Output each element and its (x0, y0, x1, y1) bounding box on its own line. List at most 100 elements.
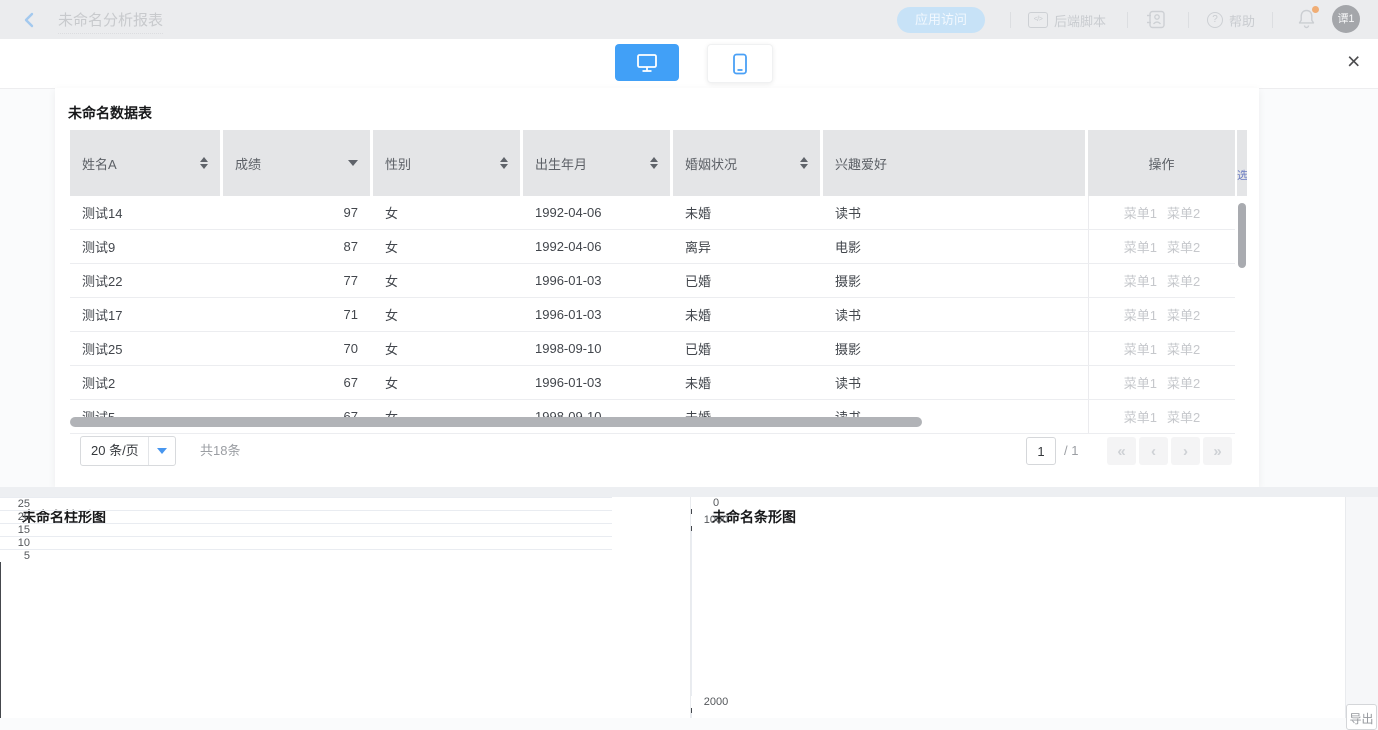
row-action-link[interactable]: 菜单1 (1124, 305, 1157, 324)
vertical-scrollbar[interactable] (1238, 196, 1246, 427)
vertical-scrollbar-thumb[interactable] (1238, 203, 1246, 268)
cell-birth: 1998-09-10 (523, 332, 670, 365)
back-chevron-icon[interactable] (22, 12, 36, 28)
row-action-link[interactable]: 菜单1 (1124, 339, 1157, 358)
backend-script-button[interactable]: </> 后端脚本 (1028, 8, 1106, 32)
x-axis-tick-label: 2000 (691, 696, 741, 708)
column-header-5[interactable]: 婚姻状况 (673, 130, 820, 196)
sort-icon[interactable] (650, 157, 658, 169)
column-header-label: 出生年月 (535, 154, 587, 173)
sort-desc-active-icon[interactable] (348, 160, 358, 166)
screen: 未命名分析报表 应用访问 </> 后端脚本 ? 帮助 谭1 (0, 0, 1378, 718)
table-title: 未命名数据表 (68, 103, 152, 123)
sort-icon[interactable] (500, 157, 508, 169)
sort-desc-icon (800, 164, 808, 169)
table-row: 测试1497女1992-04-06未婚读书菜单1菜单2 (70, 196, 1235, 230)
backend-script-label: 后端脚本 (1054, 11, 1106, 30)
cell-hobby: 摄影 (823, 332, 1085, 365)
column-chart-plot: 2520151052115 (0, 497, 690, 718)
cell-actions: 菜单1 菜单2 (1088, 196, 1235, 229)
close-icon[interactable]: × (1347, 50, 1360, 73)
prev-page-button[interactable]: ‹ (1139, 437, 1168, 465)
page-size-select[interactable]: 20 条/页 (80, 436, 176, 466)
cell-marital: 未婚 (673, 196, 820, 229)
y-axis-tick-label: 25 (0, 498, 30, 510)
row-action-link[interactable]: 菜单1 (1124, 203, 1157, 222)
column-header-1[interactable]: 姓名A (70, 130, 220, 196)
export-button[interactable]: 导出 (1346, 704, 1377, 730)
clipped-header-fragment: 选 (1237, 167, 1247, 183)
cell-actions: 菜单1 菜单2 (1088, 264, 1235, 297)
members-icon[interactable] (1146, 10, 1166, 29)
cell-name: 测试17 (70, 298, 220, 331)
cell-marital: 已婚 (673, 264, 820, 297)
avatar[interactable]: 谭1 (1332, 5, 1360, 33)
notification-dot (1312, 6, 1319, 13)
row-action-link[interactable]: 菜单2 (1167, 305, 1200, 324)
cell-hobby: 读书 (823, 366, 1085, 399)
gridline (0, 510, 612, 511)
last-page-button[interactable]: » (1203, 437, 1232, 465)
notification-bell[interactable] (1297, 8, 1317, 30)
row-action-link[interactable]: 菜单1 (1124, 271, 1157, 290)
first-page-icon: « (1117, 443, 1125, 460)
desktop-view-toggle[interactable] (615, 44, 679, 81)
row-action-link[interactable]: 菜单1 (1124, 373, 1157, 392)
column-header-4[interactable]: 出生年月 (523, 130, 670, 196)
cell-actions: 菜单1 菜单2 (1088, 366, 1235, 399)
cell-gender: 女 (373, 298, 520, 331)
row-action-link[interactable]: 菜单2 (1167, 203, 1200, 222)
cell-name: 测试2 (70, 366, 220, 399)
row-action-link[interactable]: 菜单2 (1167, 339, 1200, 358)
cell-actions: 菜单1 菜单2 (1088, 332, 1235, 365)
row-action-link[interactable]: 菜单2 (1167, 271, 1200, 290)
smartphone-icon (732, 53, 748, 75)
help-button[interactable]: ? 帮助 (1207, 8, 1255, 32)
column-header-7[interactable]: 操作 (1088, 130, 1235, 196)
divider (1272, 12, 1273, 28)
cell-marital: 已婚 (673, 332, 820, 365)
row-action-link[interactable]: 菜单1 (1124, 237, 1157, 256)
cell-birth: 1992-04-06 (523, 230, 670, 263)
cell-name: 测试14 (70, 196, 220, 229)
column-header-2[interactable]: 成绩 (223, 130, 370, 196)
gridline (0, 549, 612, 550)
table-row: 测试267女1996-01-03未婚读书菜单1菜单2 (70, 366, 1235, 400)
table-row: 测试2570女1998-09-10已婚摄影菜单1菜单2 (70, 332, 1235, 366)
y-axis-tick-label: 10 (0, 537, 30, 549)
row-action-link[interactable]: 菜单2 (1167, 407, 1200, 426)
column-header-label: 操作 (1148, 154, 1174, 173)
column-header-6[interactable]: 兴趣爱好 (823, 130, 1085, 196)
cell-gender: 女 (373, 264, 520, 297)
sort-icon[interactable] (200, 157, 208, 169)
next-page-button[interactable]: › (1171, 437, 1200, 465)
data-table-card: 未命名数据表 姓名A成绩性别出生年月婚姻状况兴趣爱好操作 选 测试1497女19… (55, 88, 1259, 487)
monitor-icon (636, 53, 658, 73)
mobile-view-toggle[interactable] (707, 44, 773, 83)
row-action-link[interactable]: 菜单2 (1167, 373, 1200, 392)
report-title[interactable]: 未命名分析报表 (58, 9, 163, 34)
app-access-button[interactable]: 应用访问 (897, 7, 985, 33)
next-page-icon: › (1183, 443, 1188, 460)
sort-icon[interactable] (800, 157, 808, 169)
cell-hobby: 摄影 (823, 264, 1085, 297)
row-action-link[interactable]: 菜单2 (1167, 237, 1200, 256)
gridline (0, 497, 612, 498)
cell-score: 77 (223, 264, 370, 297)
cell-score: 87 (223, 230, 370, 263)
table-header-gutter: 选 (1237, 130, 1247, 196)
cell-score: 67 (223, 366, 370, 399)
horizontal-scrollbar-thumb[interactable] (70, 417, 922, 427)
sort-asc-icon (200, 157, 208, 162)
column-header-3[interactable]: 性别 (373, 130, 520, 196)
page-number-input[interactable] (1026, 437, 1056, 465)
cell-marital: 离异 (673, 230, 820, 263)
row-action-link[interactable]: 菜单1 (1124, 407, 1157, 426)
table-row: 测试987女1992-04-06离异电影菜单1菜单2 (70, 230, 1235, 264)
y-axis-tick-label: 5 (0, 550, 30, 562)
sort-desc-icon (650, 164, 658, 169)
section-gap (0, 487, 1378, 497)
cell-gender: 女 (373, 366, 520, 399)
cell-score: 71 (223, 298, 370, 331)
first-page-button[interactable]: « (1107, 437, 1136, 465)
